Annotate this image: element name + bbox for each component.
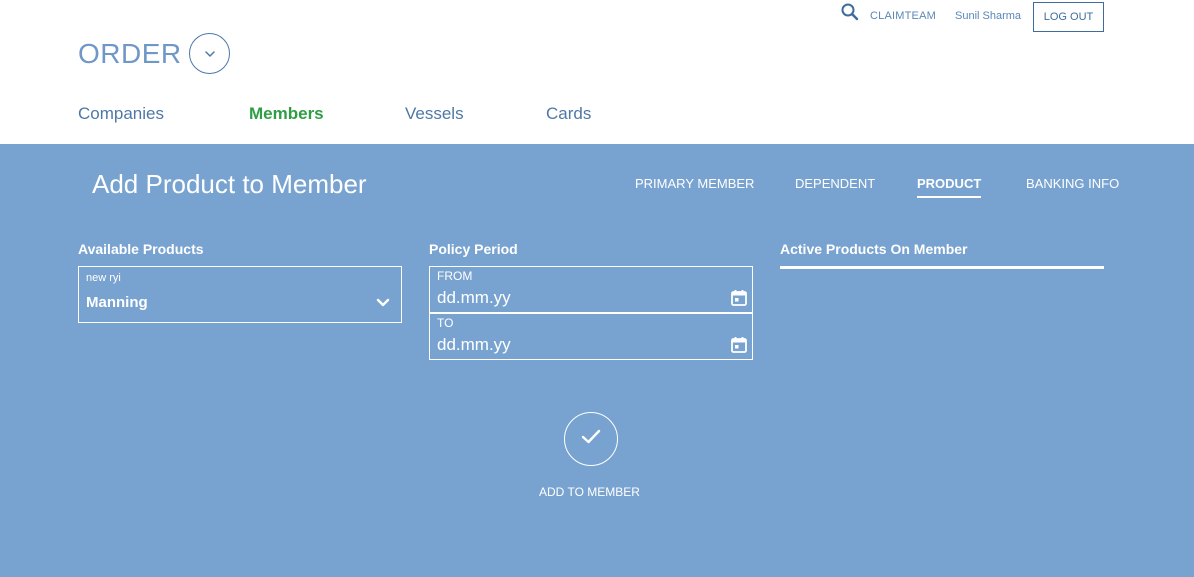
select-value: Manning xyxy=(86,294,148,311)
add-product-panel: Add Product to Member PRIMARY MEMBER DEP… xyxy=(0,144,1194,577)
order-menu-toggle[interactable] xyxy=(189,33,230,74)
select-group-label: new ryi xyxy=(86,272,121,284)
from-date-label: FROM xyxy=(437,269,473,283)
page-title: ORDER xyxy=(78,38,182,69)
panel-title: Add Product to Member xyxy=(92,169,367,199)
tab-dependent[interactable]: DEPENDENT xyxy=(795,176,875,191)
to-date-value: dd.mm.yy xyxy=(437,335,511,354)
available-products-select[interactable]: new ryi Manning xyxy=(78,266,402,323)
top-header: CLAIMTEAM Sunil Sharma LOG OUT ORDER Com… xyxy=(0,0,1194,144)
checkmark-icon xyxy=(580,428,602,451)
tab-product[interactable]: PRODUCT xyxy=(917,176,982,198)
from-date-value: dd.mm.yy xyxy=(437,288,511,307)
nav-item-vessels[interactable]: Vessels xyxy=(405,104,464,124)
chevron-down-icon xyxy=(376,295,390,307)
add-to-member-button[interactable] xyxy=(564,412,618,466)
nav-item-companies[interactable]: Companies xyxy=(78,104,164,124)
nav-item-members[interactable]: Members xyxy=(249,104,324,124)
to-date-label: TO xyxy=(437,316,454,330)
add-to-member-label[interactable]: ADD TO MEMBER xyxy=(539,485,640,499)
chevron-down-icon xyxy=(204,45,216,63)
calendar-icon[interactable] xyxy=(730,336,748,354)
team-name[interactable]: CLAIMTEAM xyxy=(870,10,936,22)
to-date-field[interactable]: TO dd.mm.yy xyxy=(429,313,753,360)
available-products-label: Available Products xyxy=(78,241,204,257)
policy-period-label: Policy Period xyxy=(429,241,518,257)
active-products-label: Active Products On Member xyxy=(780,241,968,257)
tab-primary-member[interactable]: PRIMARY MEMBER xyxy=(635,176,754,191)
user-name[interactable]: Sunil Sharma xyxy=(955,10,1021,22)
calendar-icon[interactable] xyxy=(730,289,748,307)
search-icon[interactable] xyxy=(840,2,860,22)
from-date-field[interactable]: FROM dd.mm.yy xyxy=(429,266,753,313)
tab-banking-info[interactable]: BANKING INFO xyxy=(1026,176,1119,191)
active-products-divider xyxy=(780,266,1104,269)
logout-button[interactable]: LOG OUT xyxy=(1033,2,1104,32)
nav-item-cards[interactable]: Cards xyxy=(546,104,591,124)
